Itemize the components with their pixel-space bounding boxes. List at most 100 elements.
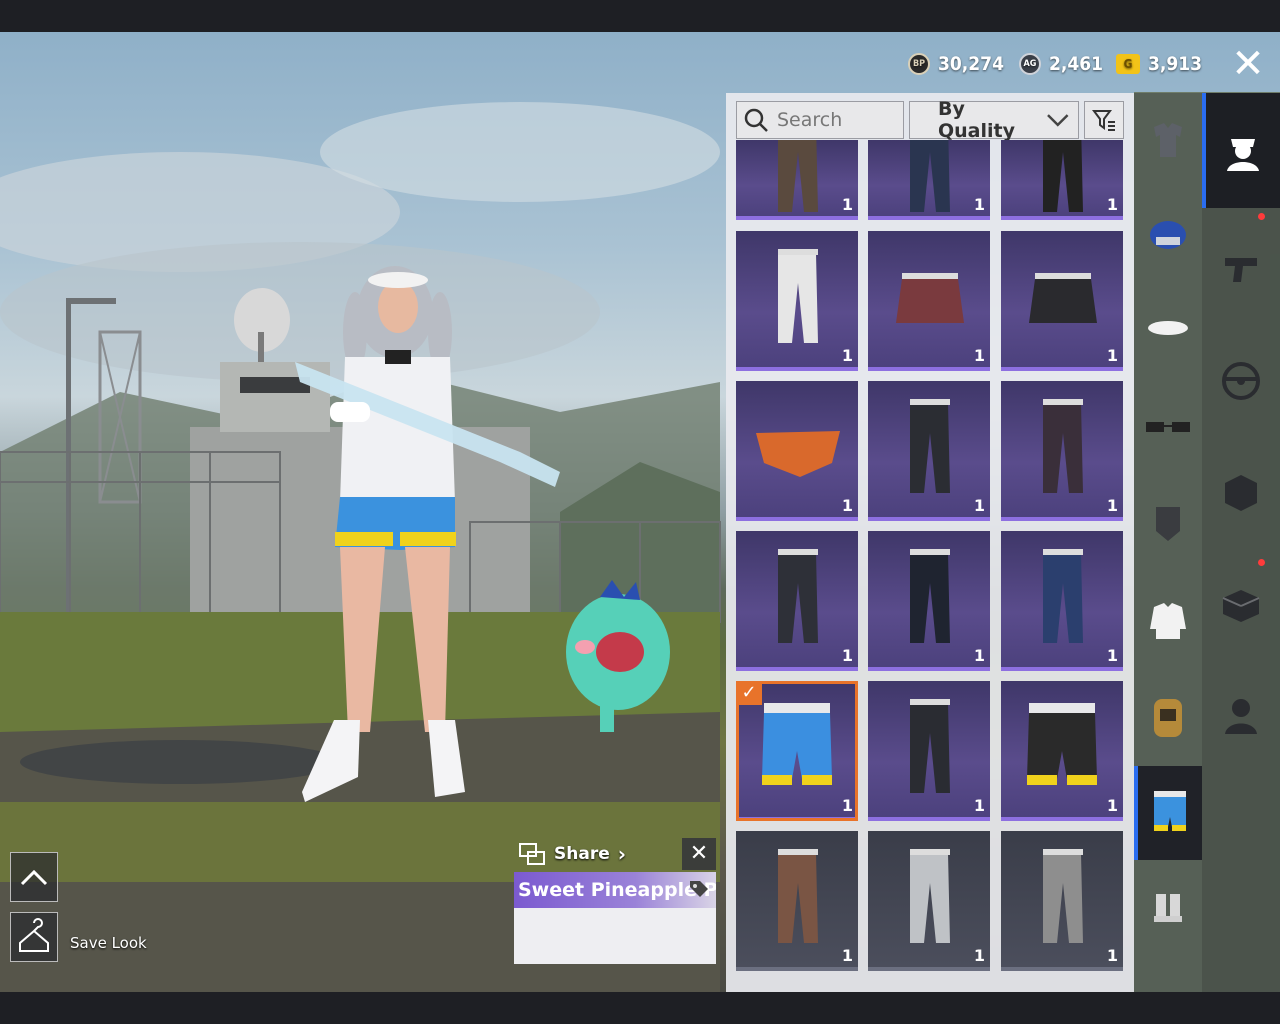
chevron-right-icon: ›	[617, 842, 626, 866]
category-shoes[interactable]	[1134, 863, 1202, 953]
category-hat[interactable]	[1134, 283, 1202, 373]
backpack-icon	[1154, 699, 1182, 737]
inventory-item[interactable]: 1	[868, 381, 990, 521]
helmet-icon	[1150, 221, 1186, 249]
box-icon	[1225, 475, 1257, 511]
inventory-item[interactable]: 1	[736, 231, 858, 371]
pants-image	[778, 249, 818, 343]
shorts-icon	[1154, 791, 1186, 831]
tab-profile[interactable]	[1202, 663, 1280, 768]
item-quantity: 1	[1106, 946, 1118, 965]
tab-crates[interactable]	[1202, 553, 1280, 658]
sort-label: By Quality	[938, 98, 1015, 142]
pants-image	[910, 399, 950, 493]
main-tab-sidebar	[1202, 93, 1280, 992]
category-jacket[interactable]	[1134, 573, 1202, 668]
pants-image	[778, 140, 818, 212]
inventory-item[interactable]: 1	[1001, 681, 1123, 821]
category-mask[interactable]	[1134, 473, 1202, 573]
pants-image	[1043, 140, 1083, 212]
item-quantity: 1	[973, 946, 985, 965]
category-backpack[interactable]	[1134, 673, 1202, 763]
inventory-item[interactable]: 1	[736, 831, 858, 971]
inventory-item[interactable]: 1	[868, 140, 990, 220]
outfit-icon	[1154, 123, 1182, 157]
chevron-down-icon	[1047, 114, 1069, 127]
skirt-image	[896, 273, 964, 323]
item-quantity: 1	[841, 796, 853, 815]
bp-amount: 30,274	[938, 53, 1004, 75]
mask-icon	[1156, 507, 1180, 541]
item-quantity: 1	[973, 346, 985, 365]
search-input[interactable]: Search	[736, 101, 904, 139]
bp-coin-icon: BP	[908, 53, 930, 75]
save-look-button[interactable]	[10, 912, 58, 962]
item-quantity: 1	[841, 496, 853, 515]
inventory-item[interactable]: ✓ 1	[736, 681, 858, 821]
inventory-item[interactable]: 1	[1001, 381, 1123, 521]
item-quantity: 1	[841, 946, 853, 965]
inventory-item[interactable]: 1	[736, 381, 858, 521]
share-icon	[519, 843, 545, 865]
item-quantity: 1	[1106, 346, 1118, 365]
jacket-icon	[1150, 602, 1186, 639]
close-icon[interactable]: ✕	[1226, 44, 1270, 84]
g-amount: 3,913	[1148, 53, 1203, 75]
item-quantity: 1	[841, 346, 853, 365]
pants-image	[910, 849, 950, 943]
share-close-icon[interactable]: ✕	[682, 838, 716, 870]
checkmark-icon: ✓	[736, 681, 762, 705]
category-outfit[interactable]	[1134, 93, 1202, 189]
category-glasses[interactable]	[1134, 383, 1202, 473]
crate-icon	[1222, 589, 1260, 622]
search-icon	[744, 108, 768, 132]
game-screen: BP 30,274 AG 2,461 G 3,913 ✕ Search By Q…	[0, 0, 1280, 1024]
sort-dropdown[interactable]: By Quality	[909, 98, 1079, 142]
hanger-icon	[19, 918, 49, 952]
inventory-item[interactable]: 1	[1001, 531, 1123, 671]
tab-emotes[interactable]	[1202, 438, 1280, 548]
inventory-item[interactable]: 1	[1001, 231, 1123, 371]
ag-currency: AG 2,461	[1019, 50, 1103, 78]
inventory-item[interactable]: 1	[868, 681, 990, 821]
item-quantity: 1	[1106, 646, 1118, 665]
tab-vehicles[interactable]	[1202, 328, 1280, 433]
tag-icon[interactable]	[688, 879, 710, 901]
inventory-item[interactable]: 1	[868, 831, 990, 971]
item-quantity: 1	[1106, 796, 1118, 815]
tab-weapons[interactable]	[1202, 213, 1280, 323]
filter-button[interactable]	[1084, 101, 1124, 139]
inventory-item[interactable]: 1	[736, 531, 858, 671]
item-quantity: 1	[973, 195, 985, 214]
item-quantity: 1	[1106, 195, 1118, 214]
inventory-item[interactable]: 1	[1001, 831, 1123, 971]
item-details	[514, 908, 716, 964]
pants-image	[1043, 549, 1083, 643]
letterbox-bottom	[0, 992, 1280, 1024]
glasses-icon	[1146, 422, 1190, 432]
item-quantity: 1	[973, 796, 985, 815]
inventory-item[interactable]: 1	[736, 140, 858, 220]
share-popup: Share › ✕ Sweet Pineapple Pa	[514, 836, 716, 964]
g-currency: G 3,913	[1116, 50, 1202, 78]
agent-icon	[1225, 698, 1257, 734]
expand-button[interactable]	[10, 852, 58, 902]
tab-character[interactable]	[1202, 93, 1280, 208]
chevron-up-icon	[20, 869, 48, 886]
item-quantity: 1	[841, 195, 853, 214]
category-pants[interactable]	[1134, 766, 1202, 860]
save-look-label: Save Look	[70, 934, 147, 952]
pants-image	[1043, 399, 1083, 493]
g-coin-icon: G	[1116, 54, 1140, 74]
inventory-item[interactable]: 1	[868, 531, 990, 671]
inventory-item[interactable]: 1	[868, 231, 990, 371]
inventory-item[interactable]: 1	[1001, 140, 1123, 220]
item-quantity: 1	[841, 646, 853, 665]
category-headgear[interactable]	[1134, 193, 1202, 273]
search-placeholder: Search	[777, 109, 843, 131]
inventory-panel: Search By Quality 1 1 1 1 1 1 1 1 1 1 1 1 ✓ 1 1 1 1 1 1	[726, 93, 1134, 992]
skirt-image	[1029, 273, 1097, 323]
ag-coin-icon: AG	[1019, 53, 1041, 75]
briefs-image	[756, 431, 840, 477]
steering-wheel-icon	[1222, 361, 1260, 400]
